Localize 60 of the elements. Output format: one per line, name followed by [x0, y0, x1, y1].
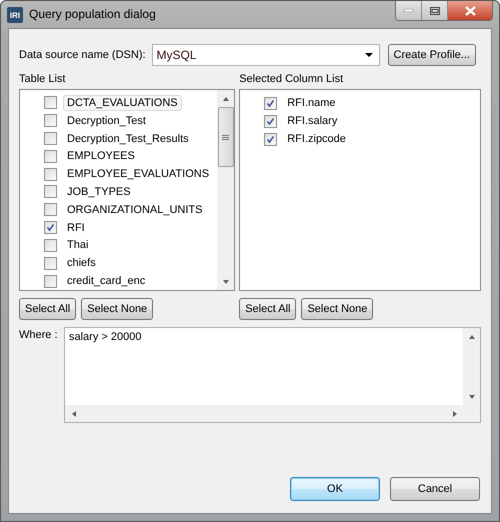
list-item[interactable]: EMPLOYEES — [63, 148, 139, 164]
list-item[interactable]: ORGANIZATIONAL_UNITS — [63, 202, 206, 218]
select-button[interactable]: Select None — [301, 298, 374, 320]
checkbox[interactable] — [264, 96, 278, 110]
dropdown-arrow-icon — [364, 53, 373, 57]
checkbox[interactable] — [44, 203, 57, 216]
checkbox[interactable] — [44, 256, 57, 270]
scroll-down-icon[interactable] — [222, 278, 230, 286]
checkbox[interactable] — [44, 168, 57, 181]
select-button[interactable]: Select All — [19, 298, 76, 320]
select-button[interactable]: Select None — [81, 298, 154, 320]
list-item[interactable]: Thai — [63, 237, 92, 254]
checkbox[interactable] — [44, 185, 57, 198]
list-item[interactable]: JOB_TYPES — [63, 184, 135, 200]
where-label: Where : — [19, 328, 59, 343]
list-item[interactable]: credit_card_enc — [63, 273, 150, 290]
minimize-button[interactable] — [396, 1, 422, 20]
app-icon: IRI — [7, 7, 23, 23]
column-list-label: Selected Column List — [239, 73, 344, 87]
close-icon — [464, 6, 476, 16]
checkbox[interactable] — [44, 238, 57, 252]
list-item[interactable]: RFI.salary — [283, 113, 342, 129]
checkbox[interactable] — [44, 274, 57, 288]
scroll-down-icon[interactable] — [468, 392, 476, 400]
list-item[interactable]: RFI.zipcode — [283, 131, 350, 147]
scroll-left-icon[interactable] — [70, 410, 78, 418]
list-item[interactable]: EMPLOYEE_EVALUATIONS — [63, 166, 214, 182]
window-title: Query population dialog — [29, 7, 157, 21]
checkbox[interactable] — [264, 114, 278, 128]
checkbox[interactable] — [264, 132, 278, 146]
list-item[interactable]: Decryption_Test — [63, 112, 150, 129]
scroll-up-icon[interactable] — [468, 332, 476, 340]
ok-button[interactable]: OK — [290, 477, 380, 501]
vertical-scrollbar[interactable] — [463, 328, 480, 405]
maximize-button[interactable] — [422, 1, 448, 20]
checkbox[interactable] — [44, 150, 57, 163]
checkbox[interactable] — [44, 96, 57, 110]
dsn-label: Data source name (DSN): — [19, 49, 146, 61]
maximize-icon — [430, 6, 440, 14]
checkbox[interactable] — [44, 114, 57, 128]
scroll-right-icon[interactable] — [450, 410, 458, 418]
scroll-up-icon[interactable] — [222, 94, 230, 102]
select-button[interactable]: Select All — [239, 298, 296, 320]
scrollbar[interactable] — [217, 90, 234, 290]
list-item[interactable]: RFI — [63, 220, 89, 236]
grip-icon — [222, 134, 230, 140]
checkbox[interactable] — [44, 221, 57, 234]
table-list-label: Table List — [19, 73, 66, 87]
list-item[interactable]: Decryption_Test_Results — [63, 130, 193, 147]
list-item[interactable]: chiefs — [63, 255, 100, 272]
list-item[interactable]: DCTA_EVALUATIONS — [63, 94, 182, 111]
cancel-button[interactable]: Cancel — [390, 477, 480, 501]
minimize-icon — [404, 9, 413, 12]
checkbox[interactable] — [44, 132, 57, 146]
dsn-dropdown[interactable]: MySQL — [152, 44, 380, 66]
close-button[interactable] — [448, 1, 492, 20]
create-profile-button[interactable]: Create Profile... — [388, 44, 476, 66]
horizontal-scrollbar[interactable] — [65, 405, 463, 422]
list-item[interactable]: RFI.name — [283, 95, 340, 111]
where-field[interactable]: salary > 20000 — [64, 327, 481, 423]
